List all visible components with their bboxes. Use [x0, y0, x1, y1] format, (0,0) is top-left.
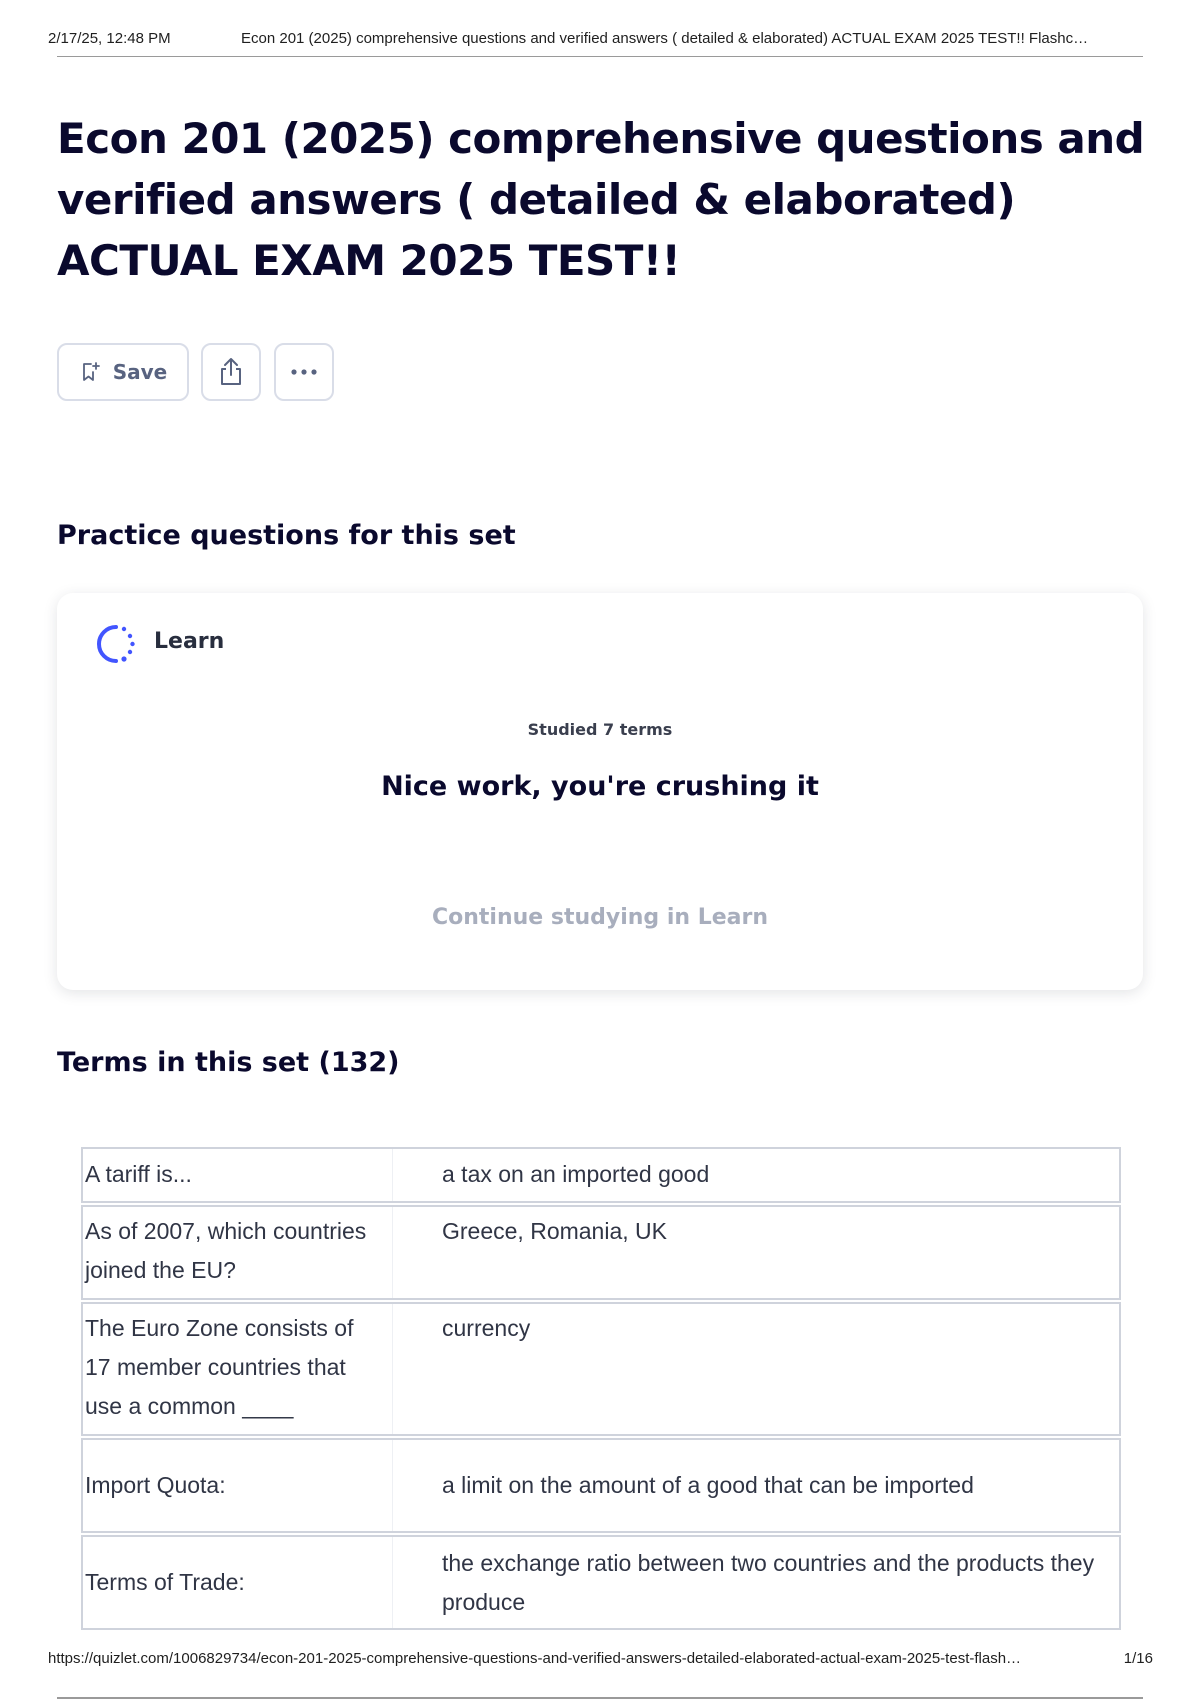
bookmark-add-icon [79, 361, 101, 383]
definition-text: the exchange ratio between two countries… [442, 1549, 1095, 1615]
print-url: https://quizlet.com/1006829734/econ-201-… [48, 1650, 1022, 1667]
studied-count: Studied 7 terms [527, 720, 673, 739]
term-text: A tariff is... [83, 1149, 393, 1201]
learn-progress-icon [95, 623, 137, 665]
save-button[interactable]: Save [57, 343, 189, 401]
print-footer: https://quizlet.com/1006829734/econ-201-… [48, 1650, 1153, 1672]
definition-text: a limit on the amount of a good that can… [442, 1472, 974, 1498]
learn-mode-label[interactable]: Learn [154, 629, 224, 654]
practice-heading: Practice questions for this set [57, 520, 516, 551]
terms-heading: Terms in this set (132) [57, 1047, 400, 1078]
page-number: 1/16 [1123, 1650, 1153, 1667]
term-row: Terms of Trade: the exchange ratio betwe… [81, 1535, 1121, 1630]
share-button[interactable] [201, 343, 261, 401]
definition-text: Greece, Romania, UK [442, 1218, 667, 1244]
print-header: 2/17/25, 12:48 PM Econ 201 (2025) compre… [48, 30, 1148, 54]
definition-text: currency [442, 1315, 531, 1341]
encouragement-message: Nice work, you're crushing it [381, 771, 819, 802]
print-doc-title: Econ 201 (2025) comprehensive questions … [241, 30, 1089, 47]
header-divider [57, 56, 1143, 57]
save-label: Save [112, 360, 168, 384]
page-title: Econ 201 (2025) comprehensive questions … [57, 114, 1145, 285]
more-dots-icon [290, 368, 318, 376]
term-row: As of 2007, which countries joined the E… [81, 1205, 1121, 1300]
term-text: Terms of Trade: [83, 1537, 393, 1628]
definition-text: a tax on an imported good [442, 1161, 710, 1187]
footer-divider [57, 1697, 1143, 1699]
share-upload-icon [216, 356, 246, 388]
terms-table: A tariff is... a tax on an imported good… [81, 1147, 1121, 1630]
print-date: 2/17/25, 12:48 PM [48, 30, 171, 47]
term-row: Import Quota: a limit on the amount of a… [81, 1438, 1121, 1533]
term-text: Import Quota: [83, 1440, 393, 1531]
term-text: The Euro Zone consists of 17 member coun… [83, 1304, 393, 1434]
term-row: The Euro Zone consists of 17 member coun… [81, 1302, 1121, 1436]
continue-learn-link[interactable]: Continue studying in Learn [57, 905, 1143, 930]
term-row: A tariff is... a tax on an imported good [81, 1147, 1121, 1203]
more-options-button[interactable] [274, 343, 334, 401]
term-text: As of 2007, which countries joined the E… [83, 1207, 393, 1298]
learn-card: Learn Studied 7 terms Nice work, you're … [57, 593, 1143, 990]
